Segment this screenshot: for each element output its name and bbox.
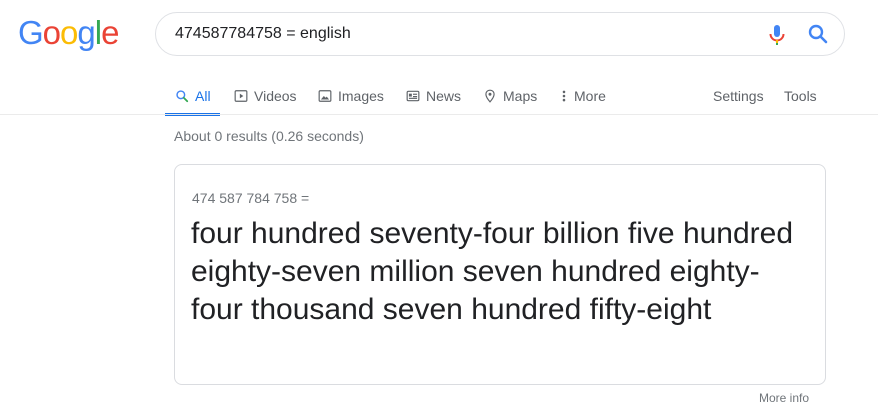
map-pin-icon <box>485 89 495 103</box>
tab-videos[interactable]: Videos <box>234 80 297 112</box>
logo-letter: e <box>101 14 119 51</box>
tab-images[interactable]: Images <box>318 80 384 112</box>
results-count: About 0 results (0.26 seconds) <box>174 128 364 144</box>
tab-news[interactable]: News <box>406 80 461 112</box>
settings-link[interactable]: Settings <box>713 80 764 112</box>
search-input[interactable] <box>175 13 735 55</box>
logo-letter: o <box>42 14 61 51</box>
card-query: 474 587 784 758 = <box>192 190 310 206</box>
tab-label: News <box>426 88 462 104</box>
tools-link[interactable]: Tools <box>784 80 817 112</box>
tab-label: All <box>195 88 211 104</box>
search-icon <box>176 90 189 103</box>
tab-maps[interactable]: Maps <box>483 80 537 112</box>
tab-all[interactable]: All <box>175 80 211 112</box>
logo-letter: o <box>60 14 78 51</box>
search-icon[interactable] <box>806 22 830 46</box>
google-logo[interactable]: Google <box>18 14 119 51</box>
settings-label: Settings <box>713 88 764 104</box>
more-vert-icon <box>562 90 566 102</box>
logo-letter: G <box>18 14 44 51</box>
play-icon <box>234 90 248 102</box>
image-icon <box>318 90 332 102</box>
tab-label: Images <box>338 88 384 104</box>
card-answer: four hundred seventy-four billion five h… <box>191 217 794 326</box>
number-conversion-card: 474 587 784 758 = four hundred seventy-f… <box>174 164 826 385</box>
logo-letter: g <box>77 14 95 51</box>
search-box <box>155 12 845 56</box>
more-info-link[interactable]: More info <box>759 391 809 405</box>
tools-label: Tools <box>784 88 817 104</box>
tab-label: Videos <box>254 88 297 104</box>
microphone-icon[interactable] <box>765 23 789 47</box>
header-divider <box>0 114 878 115</box>
tab-label: More <box>574 88 606 104</box>
search-tabs: All Videos Images News Maps More Setting… <box>0 80 878 114</box>
tab-label: Maps <box>503 88 538 104</box>
news-icon <box>406 90 420 102</box>
tab-more[interactable]: More <box>560 80 606 112</box>
